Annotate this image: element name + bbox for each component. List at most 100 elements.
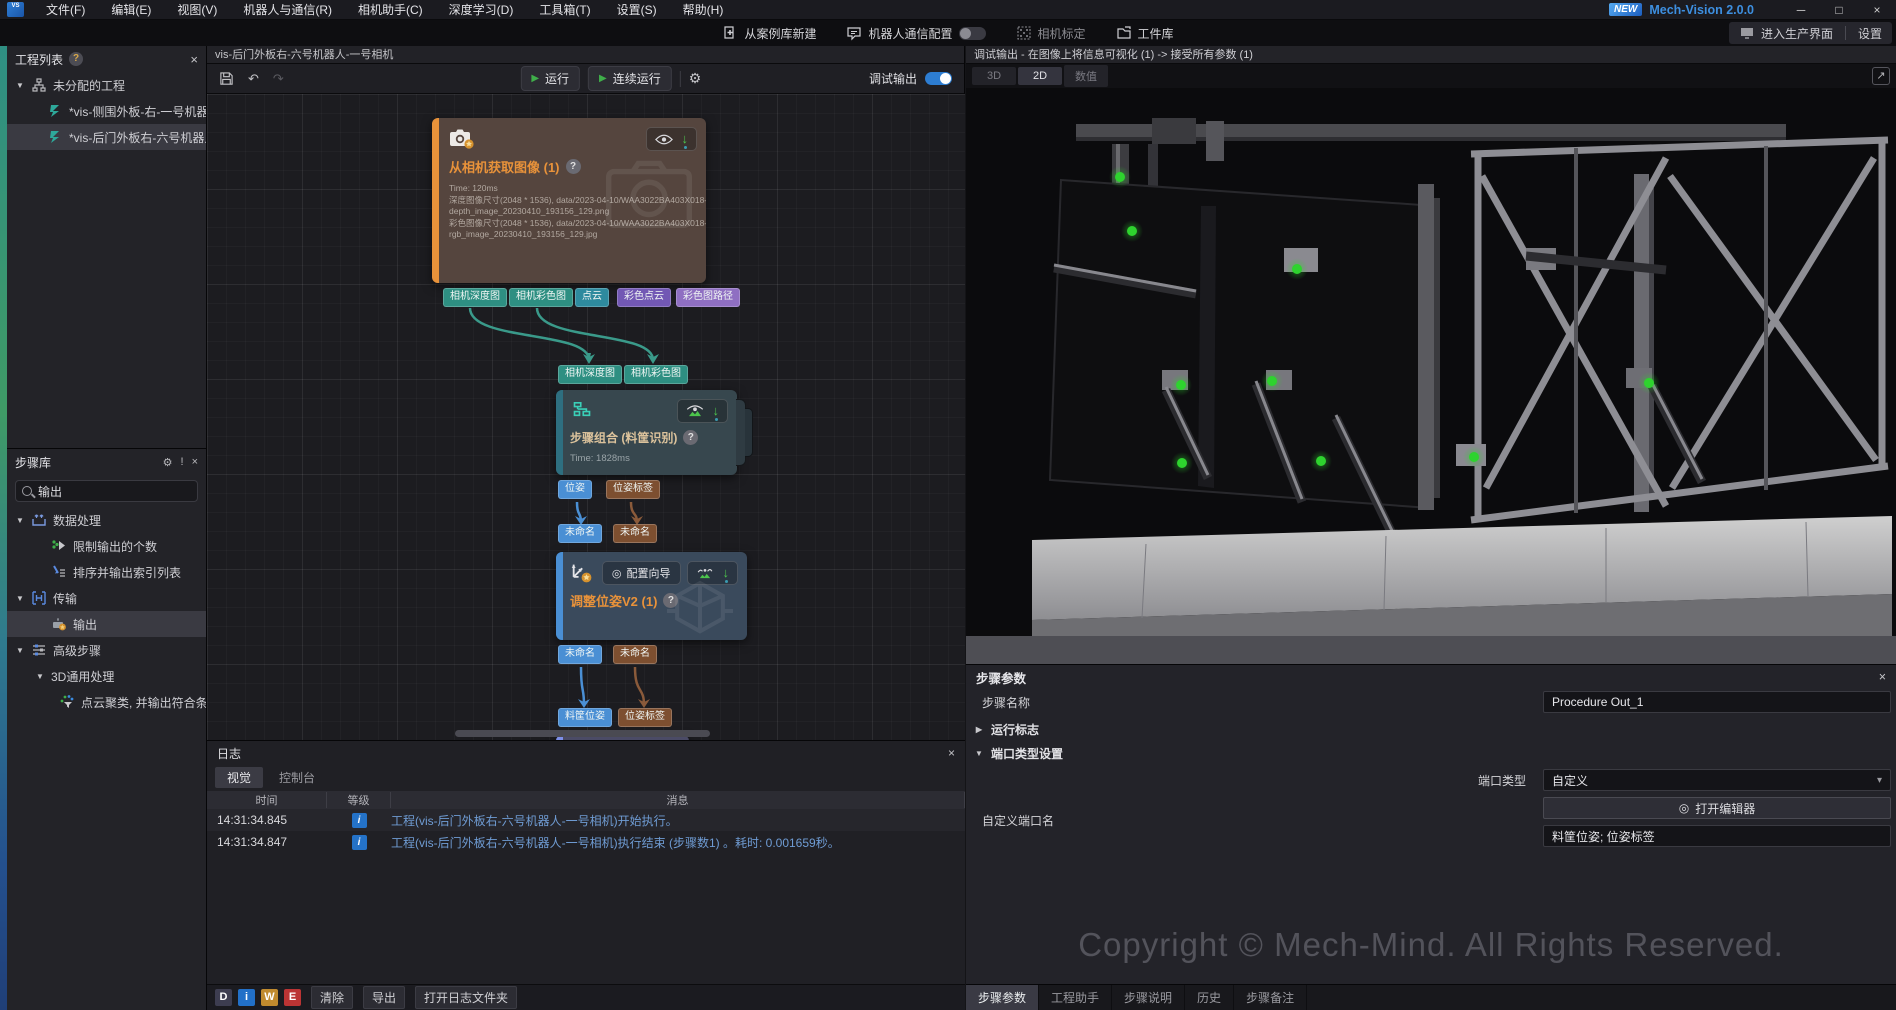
menu-edit[interactable]: 编辑(E) xyxy=(98,0,164,20)
download-result-icon[interactable]: ↓ xyxy=(682,133,689,145)
project-item-selected[interactable]: *vis-后门外板右-六号机器人-一号... xyxy=(7,124,206,150)
visual-output-icon[interactable] xyxy=(696,567,714,579)
close-icon[interactable]: × xyxy=(192,456,198,468)
library-settings-icon[interactable]: ⚙ xyxy=(163,456,173,469)
run-button[interactable]: ▶ 运行 xyxy=(520,66,580,91)
tab-3d[interactable]: 3D xyxy=(972,67,1016,85)
help-icon[interactable]: ? xyxy=(566,159,581,174)
port-pose-out[interactable]: 位姿 xyxy=(558,480,592,499)
camera-calibration-button[interactable]: 相机标定 xyxy=(1016,25,1086,42)
menu-toolbox[interactable]: 工具箱(T) xyxy=(526,0,603,20)
help-icon[interactable]: ? xyxy=(683,430,698,445)
port-camera-color-out[interactable]: 相机彩色图 xyxy=(509,288,573,307)
chevron-down-icon[interactable]: ▼ xyxy=(15,516,25,525)
close-icon[interactable]: × xyxy=(948,746,955,760)
close-icon[interactable]: × xyxy=(190,52,198,67)
clear-log-button[interactable]: 清除 xyxy=(311,986,353,1009)
port-color-pointcloud-out[interactable]: 彩色点云 xyxy=(617,288,671,307)
step-name-input[interactable] xyxy=(1543,691,1891,713)
node-capture-from-camera[interactable]: ↓ 从相机获取图像 (1) ? Time: 120ms 深度图像尺寸(2048 … xyxy=(432,118,706,283)
tab-2d[interactable]: 2D xyxy=(1018,67,1062,85)
eye-icon[interactable] xyxy=(655,134,673,145)
visual-output-icon[interactable] xyxy=(686,405,704,417)
step-subgroup-3d-general[interactable]: ▼ 3D通用处理 xyxy=(7,663,206,689)
log-tab-console[interactable]: 控制台 xyxy=(267,767,327,788)
export-log-button[interactable]: 导出 xyxy=(363,986,405,1009)
search-input[interactable] xyxy=(38,484,178,498)
step-item-pointcloud-cluster[interactable]: 点云聚类, 并输出符合条件的... xyxy=(7,689,206,715)
port-type-section[interactable]: ▼ 端口类型设置 xyxy=(974,745,1063,762)
menu-deep-learning[interactable]: 深度学习(D) xyxy=(436,0,527,20)
minimize-button[interactable]: ─ xyxy=(1782,0,1820,20)
node-procedure-basket-recognition[interactable]: ↓ 步骤组合 (料筐识别) ? Time: 1828ms xyxy=(556,390,737,475)
tab-project-assistant[interactable]: 工程助手 xyxy=(1039,985,1112,1010)
tab-step-description[interactable]: 步骤说明 xyxy=(1112,985,1185,1010)
tab-step-parameters[interactable]: 步骤参数 xyxy=(966,985,1039,1010)
menu-camera-assistant[interactable]: 相机助手(C) xyxy=(345,0,436,20)
project-item[interactable]: *vis-侧围外板-右-一号机器人-二号... xyxy=(7,98,206,124)
open-log-folder-button[interactable]: 打开日志文件夹 xyxy=(415,986,517,1009)
tab-step-notes[interactable]: 步骤备注 xyxy=(1234,985,1307,1010)
help-icon[interactable]: ? xyxy=(69,52,83,66)
custom-port-name-input[interactable] xyxy=(1543,825,1891,847)
chevron-right-icon[interactable]: ▶ xyxy=(974,725,984,734)
filter-info-button[interactable]: i xyxy=(238,989,255,1006)
open-editor-button[interactable]: ◎ 打开编辑器 xyxy=(1543,797,1891,819)
download-result-icon[interactable]: ↓ xyxy=(713,405,720,417)
port-unnamed-out[interactable]: 未命名 xyxy=(613,645,657,664)
maximize-button[interactable]: □ xyxy=(1820,0,1858,20)
project-group-row[interactable]: ▼ 未分配的工程 xyxy=(7,72,206,98)
log-row[interactable]: 14:31:34.845 i 工程(vis-后门外板右-六号机器人-一号相机)开… xyxy=(207,809,965,831)
log-tab-vision[interactable]: 视觉 xyxy=(215,767,263,788)
settings-button[interactable]: 设置 xyxy=(1858,25,1882,42)
menu-settings[interactable]: 设置(S) xyxy=(604,0,670,20)
close-icon[interactable]: × xyxy=(1879,670,1886,684)
menu-robot-comm[interactable]: 机器人与通信(R) xyxy=(230,0,345,20)
run-flag-section[interactable]: ▶ 运行标志 xyxy=(974,721,1039,738)
node-adjust-poses-v2[interactable]: ◎ 配置向导 ↓ 调整位姿V2 (1) ? xyxy=(556,552,747,640)
canvas-horizontal-scrollbar[interactable] xyxy=(455,730,710,737)
chevron-down-icon[interactable]: ▼ xyxy=(15,594,25,603)
step-item-sort-output[interactable]: 排序并输出索引列表 xyxy=(7,559,206,585)
port-color-image-path-out[interactable]: 彩色图路径 xyxy=(676,288,740,307)
run-continuous-button[interactable]: ▶ 连续运行 xyxy=(588,66,672,91)
redo-icon[interactable]: ↷ xyxy=(273,71,284,87)
new-from-case-button[interactable]: 从案例库新建 xyxy=(722,25,816,42)
step-group-transfer[interactable]: ▼ 传输 xyxy=(7,585,206,611)
menu-help[interactable]: 帮助(H) xyxy=(670,0,737,20)
save-icon[interactable] xyxy=(219,71,234,86)
chevron-down-icon[interactable]: ▼ xyxy=(35,672,45,681)
menu-view[interactable]: 视图(V) xyxy=(164,0,230,20)
enter-production-button[interactable]: 进入生产界面 xyxy=(1739,25,1833,42)
log-row[interactable]: 14:31:34.847 i 工程(vis-后门外板右-六号机器人-一号相机)执… xyxy=(207,831,965,853)
step-item-limit-output[interactable]: 限制输出的个数 xyxy=(7,533,206,559)
step-group-advanced[interactable]: ▼ 高级步骤 xyxy=(7,637,206,663)
robot-comm-config-button[interactable]: 机器人通信配置 xyxy=(846,25,985,42)
filter-warning-button[interactable]: W xyxy=(261,989,278,1006)
debug-output-toggle[interactable] xyxy=(925,72,952,85)
port-unnamed-in[interactable]: 未命名 xyxy=(558,524,602,543)
step-group-data-processing[interactable]: ▼ 数据处理 xyxy=(7,507,206,533)
robot-comm-toggle[interactable] xyxy=(959,27,986,40)
chevron-down-icon[interactable]: ▼ xyxy=(15,81,25,90)
step-item-output-selected[interactable]: 输出 xyxy=(7,611,206,637)
port-camera-color-in[interactable]: 相机彩色图 xyxy=(624,365,688,384)
tab-numeric[interactable]: 数值 xyxy=(1064,65,1108,87)
help-icon[interactable]: ? xyxy=(663,593,678,608)
step-search-box[interactable] xyxy=(15,480,198,502)
filter-debug-button[interactable]: D xyxy=(215,989,232,1006)
port-basket-pose-in[interactable]: 料筐位姿 xyxy=(558,708,612,727)
workpiece-library-button[interactable]: 工件库 xyxy=(1116,25,1174,42)
port-type-select[interactable]: 自定义 ▾ xyxy=(1543,769,1891,791)
menu-file[interactable]: 文件(F) xyxy=(33,0,98,20)
port-pose-label-in[interactable]: 位姿标签 xyxy=(618,708,672,727)
close-button[interactable]: × xyxy=(1858,0,1896,20)
config-wizard-button[interactable]: ◎ 配置向导 xyxy=(602,561,681,585)
open-in-window-icon[interactable]: ↗ xyxy=(1872,67,1890,85)
chevron-down-icon[interactable]: ▼ xyxy=(15,646,25,655)
download-result-icon[interactable]: ↓ xyxy=(723,567,730,579)
undo-icon[interactable]: ↶ xyxy=(248,71,259,87)
tab-history[interactable]: 历史 xyxy=(1185,985,1234,1010)
chevron-down-icon[interactable]: ▼ xyxy=(974,749,984,758)
port-camera-depth-out[interactable]: 相机深度图 xyxy=(443,288,507,307)
